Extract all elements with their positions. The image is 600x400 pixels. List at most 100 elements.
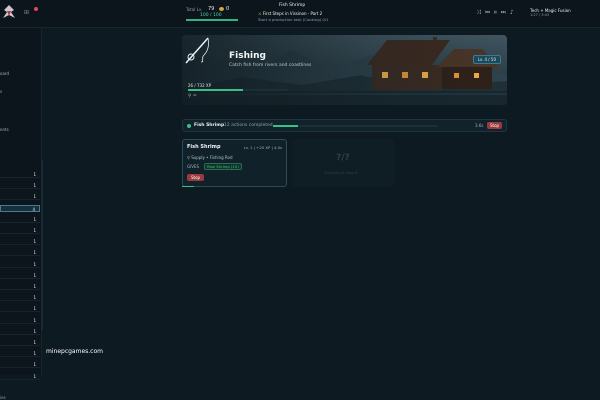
sidebar-item-skills[interactable]: s xyxy=(0,89,40,94)
active-action-bar: Fish Shrimp 12 actions completed 3.6s St… xyxy=(182,119,507,132)
sidebar-list-row[interactable]: 1 xyxy=(0,305,40,313)
sidebar-row-count: 1 xyxy=(33,306,36,312)
gives-item-tag: Raw Shrimp (10) xyxy=(204,163,242,170)
coin-count: 0 xyxy=(226,6,230,12)
sidebar-list-row[interactable]: 1 xyxy=(0,328,40,335)
coin-icon xyxy=(219,7,224,11)
total-level-value: 79 xyxy=(208,6,215,12)
collapse-sidebar-icon[interactable]: ⊞ xyxy=(24,9,29,16)
active-indicator-dot xyxy=(187,124,191,128)
fishing-rod-icon xyxy=(185,37,209,64)
sidebar-row-count: 1 xyxy=(33,328,36,334)
sidebar-list-row[interactable]: 1 xyxy=(0,373,40,380)
sidebar-row-count: 1 xyxy=(33,317,36,323)
sidebar-list-row[interactable]: 1 xyxy=(0,171,40,178)
active-action-name: Fish Shrimp xyxy=(194,123,225,128)
sidebar-row-count: 1 xyxy=(33,194,36,200)
action-progress-bar xyxy=(273,125,438,127)
sidebar-row-count: 1 xyxy=(33,362,36,368)
skill-level-badge: Lv. 4 / 50 xyxy=(472,55,501,64)
action-card-requirements: ⚲ Supply • Fishing Rod xyxy=(187,155,233,160)
top-bar: ⊞ Total Lv. 79 0 100 / 100 Fish Shrimp ⚔… xyxy=(0,0,600,28)
sidebar-list-row[interactable]: 1 xyxy=(0,339,40,346)
locked-action-card: ?/? Unlocked at level 8 xyxy=(292,139,394,187)
sidebar-list-row[interactable]: 1 xyxy=(0,317,40,324)
sidebar-bottom-item[interactable]: ies xyxy=(0,395,6,400)
action-card-requirements-text: Supply • Fishing Rod xyxy=(191,155,233,160)
sidebar: oard s ents 1 1 1 4 1 1 1 1 1 1 1 1 1 1 1 1 1 1 1 ies xyxy=(0,28,42,400)
sidebar-item-achievements[interactable]: ents xyxy=(0,127,40,132)
skill-xp-text: 26 / 732 XP xyxy=(188,83,212,88)
sidebar-list-row[interactable]: 4 xyxy=(0,204,40,212)
current-action-title: Fish Shrimp xyxy=(279,3,306,8)
sidebar-scrollbar[interactable] xyxy=(41,160,43,330)
skill-icons: ⚲ ♒ xyxy=(188,94,197,99)
volume-icon[interactable]: ♪ xyxy=(510,9,518,16)
quest-subtitle-text: Start a production task (Cooking) xyxy=(258,17,322,22)
sidebar-list-row[interactable]: 1 xyxy=(0,261,40,268)
quest-count: 0/1 xyxy=(322,17,329,22)
stat-readout: 100 / 100 xyxy=(200,13,222,18)
fish-small-icon: ♒ xyxy=(192,94,197,99)
next-icon[interactable]: ⏭ xyxy=(501,9,510,16)
sidebar-list-row[interactable]: 1 xyxy=(0,272,40,279)
watermark: minepcgames.com xyxy=(46,348,103,355)
card-stop-button[interactable]: Stop xyxy=(187,174,205,181)
game-logo-icon xyxy=(3,5,15,18)
media-controls: ⤨⏮⏸⏭♪ xyxy=(476,9,518,17)
sidebar-row-count: 1 xyxy=(33,228,36,233)
sidebar-list-row[interactable]: 1 xyxy=(0,294,40,302)
sidebar-row-count: 1 xyxy=(33,172,36,177)
sidebar-row-count: 1 xyxy=(33,216,36,222)
sidebar-list-row[interactable]: 1 xyxy=(0,238,40,246)
skill-title: Fishing xyxy=(229,51,266,61)
actions-completed: 12 actions completed xyxy=(224,123,273,128)
stat-bar xyxy=(186,19,238,21)
quest-subtitle: Start a production task (Cooking) 0/1 xyxy=(258,17,328,22)
sidebar-row-count: 1 xyxy=(33,340,36,345)
previous-icon[interactable]: ⏮ xyxy=(485,9,494,16)
sidebar-list-row[interactable]: 1 xyxy=(0,283,40,290)
sidebar-item-dashboard[interactable]: oard xyxy=(0,71,40,76)
sidebar-list-row[interactable]: 1 xyxy=(0,249,40,257)
skill-xp-fill xyxy=(188,89,243,91)
pause-icon[interactable]: ⏸ xyxy=(494,9,501,16)
sidebar-list-row[interactable]: 1 xyxy=(0,193,40,201)
action-card-meta: Lv. 1 | +25 XP | 4.0s xyxy=(243,145,282,150)
stop-action-button[interactable]: Stop xyxy=(487,122,503,129)
card-progress-bar xyxy=(182,186,194,187)
action-card-fish-shrimp[interactable]: Fish Shrimp Lv. 1 | +25 XP | 4.0s ⚲ Supp… xyxy=(182,139,287,187)
sidebar-row-count: 1 xyxy=(33,239,36,245)
locked-mark: ?/? xyxy=(336,153,350,163)
sidebar-row-count: 1 xyxy=(33,272,36,278)
sidebar-list-row[interactable]: 1 xyxy=(0,361,40,369)
action-progress-fill xyxy=(273,125,298,127)
skill-banner: Fishing Catch fish from rivers and coast… xyxy=(182,35,507,105)
sidebar-row-count: 1 xyxy=(33,295,36,301)
sidebar-row-count: 1 xyxy=(33,373,36,379)
skill-xp-bar xyxy=(188,89,288,91)
notification-dot xyxy=(34,7,38,11)
sidebar-row-count: 1 xyxy=(33,351,36,357)
quest-title-text: First Steps in Vissinon - Part 2 xyxy=(262,11,323,16)
sidebar-list-row[interactable]: 1 xyxy=(0,350,40,358)
sidebar-row-count: 4 xyxy=(32,206,35,212)
banner-scenery xyxy=(182,35,507,105)
track-time: 1:27 / 3:43 xyxy=(530,13,550,17)
sidebar-row-count: 1 xyxy=(33,250,36,256)
action-time: 3.6s xyxy=(475,123,484,128)
sidebar-row-count: 1 xyxy=(33,284,36,289)
shuffle-icon[interactable]: ⤨ xyxy=(476,9,485,16)
skill-description: Catch fish from rivers and coastlines xyxy=(229,63,312,68)
sidebar-row-count: 1 xyxy=(33,261,36,267)
sidebar-list-row[interactable]: 1 xyxy=(0,227,40,234)
locked-text: Unlocked at level 8 xyxy=(324,171,358,175)
sidebar-list-row[interactable]: 1 xyxy=(0,216,40,223)
action-card-title: Fish Shrimp xyxy=(187,144,221,150)
sidebar-row-count: 1 xyxy=(33,183,36,189)
stat-value: 100 / 100 xyxy=(200,13,222,18)
sidebar-list-row[interactable]: 1 xyxy=(0,182,40,190)
gives-label: GIVES xyxy=(187,164,200,169)
quest-title[interactable]: ⚔ First Steps in Vissinon - Part 2 xyxy=(258,11,322,16)
rod-small-icon: ⚲ xyxy=(188,94,192,99)
